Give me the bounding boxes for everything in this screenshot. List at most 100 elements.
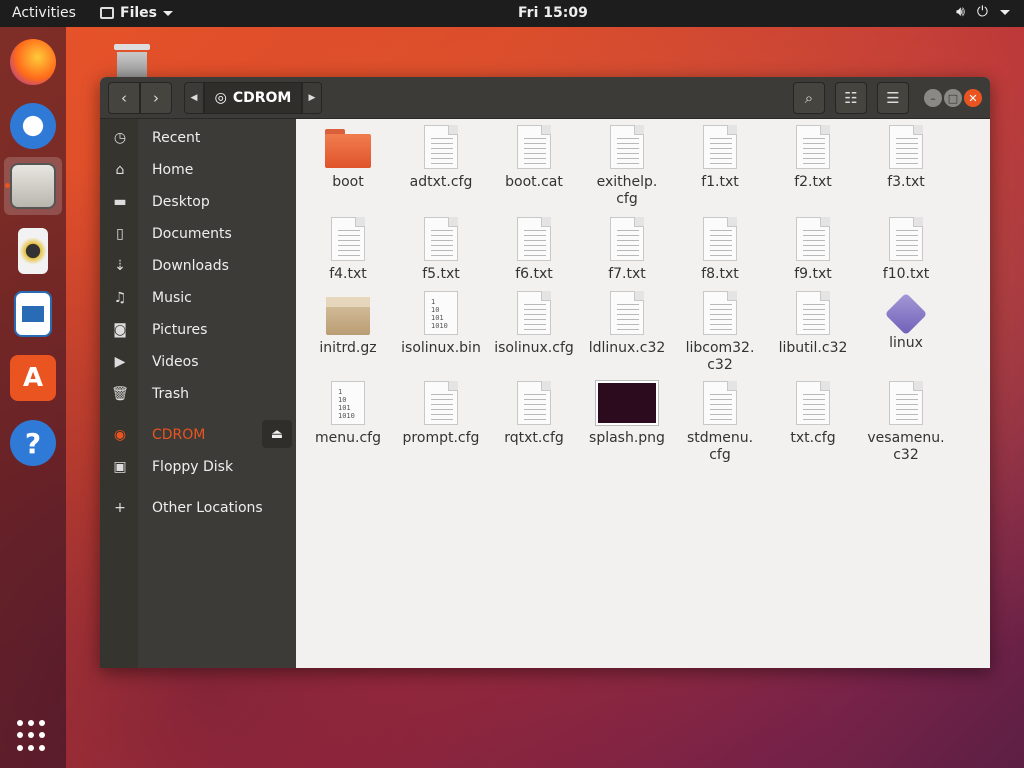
- close-button[interactable]: ✕: [964, 89, 982, 107]
- file-name: libcom32. c32: [685, 340, 755, 373]
- power-icon: ⏻: [976, 4, 988, 20]
- dock-files[interactable]: [4, 157, 62, 215]
- sidebar-item-label: Recent: [152, 130, 201, 146]
- sidebar-item-cdrom[interactable]: ◉ CDROM ⏏: [100, 420, 296, 449]
- file-item[interactable]: f1.txt: [674, 125, 766, 191]
- clock[interactable]: Fri 15:09: [518, 5, 588, 21]
- sidebar-item-home[interactable]: ⌂ Home: [100, 156, 296, 184]
- file-name: f3.txt: [887, 174, 925, 190]
- list-view-icon: ☷: [844, 89, 858, 107]
- text-file-icon: [517, 217, 551, 261]
- file-item[interactable]: 1 10 101 1010 menu.cfg: [302, 381, 394, 447]
- text-file-icon: [610, 125, 644, 169]
- file-item[interactable]: 1 10 101 1010 isolinux.bin: [395, 291, 487, 357]
- file-name: f5.txt: [422, 266, 460, 282]
- dock-writer[interactable]: [4, 285, 62, 343]
- clock-icon: ◷: [113, 130, 127, 146]
- view-toggle-button[interactable]: ☷: [835, 82, 867, 114]
- file-item[interactable]: ldlinux.c32: [581, 291, 673, 357]
- file-name: isolinux.bin: [401, 340, 481, 356]
- file-item[interactable]: isolinux.cfg: [488, 291, 580, 357]
- activities-button[interactable]: Activities: [12, 5, 76, 21]
- text-file-icon: [889, 125, 923, 169]
- app-menu[interactable]: Files: [100, 5, 173, 21]
- show-applications-icon[interactable]: [17, 720, 49, 752]
- sidebar-item-trash[interactable]: 🗑︎ Trash: [100, 380, 296, 408]
- files-app-icon: [100, 7, 114, 19]
- eject-icon: ⏏: [270, 426, 284, 442]
- music-icon: ♫: [113, 290, 127, 306]
- back-button[interactable]: ‹: [108, 82, 140, 114]
- file-item[interactable]: rqtxt.cfg: [488, 381, 580, 447]
- sidebar-item-recent[interactable]: ◷ Recent: [100, 124, 296, 152]
- path-scroll-right[interactable]: ▶: [302, 82, 322, 114]
- file-item[interactable]: vesamenu. c32: [860, 381, 952, 464]
- file-item[interactable]: f6.txt: [488, 217, 580, 283]
- dock: A ?: [0, 27, 66, 768]
- text-file-icon: [703, 291, 737, 335]
- file-name: f9.txt: [794, 266, 832, 282]
- file-item[interactable]: libutil.c32: [767, 291, 859, 357]
- file-name: adtxt.cfg: [409, 174, 473, 190]
- file-item[interactable]: f5.txt: [395, 217, 487, 283]
- dock-software[interactable]: A: [4, 349, 62, 407]
- file-item[interactable]: f9.txt: [767, 217, 859, 283]
- sidebar-item-pictures[interactable]: ◙ Pictures: [100, 316, 296, 344]
- minimize-button[interactable]: –: [924, 89, 942, 107]
- file-name: f8.txt: [701, 266, 739, 282]
- document-icon: ▯: [116, 226, 124, 242]
- file-item[interactable]: boot.cat: [488, 125, 580, 191]
- dock-firefox[interactable]: [4, 33, 62, 91]
- download-icon: ⇣: [114, 258, 126, 274]
- floppy-icon: ▣: [113, 459, 127, 475]
- file-item[interactable]: f4.txt: [302, 217, 394, 283]
- forward-button[interactable]: ›: [140, 82, 172, 114]
- file-item[interactable]: f7.txt: [581, 217, 673, 283]
- sidebar-item-label: CDROM: [152, 427, 206, 443]
- chevron-down-icon: [1000, 9, 1010, 15]
- file-name: rqtxt.cfg: [504, 430, 564, 446]
- file-item[interactable]: initrd.gz: [302, 291, 394, 357]
- text-file-icon: [610, 217, 644, 261]
- file-item[interactable]: boot: [302, 125, 394, 191]
- path-label: CDROM: [232, 90, 292, 106]
- file-item[interactable]: splash.png: [581, 381, 673, 447]
- sidebar-item-other-locations[interactable]: + Other Locations: [100, 494, 296, 522]
- file-item[interactable]: txt.cfg: [767, 381, 859, 447]
- sidebar-item-documents[interactable]: ▯ Documents: [100, 220, 296, 248]
- dock-help[interactable]: ?: [4, 414, 62, 472]
- file-item[interactable]: prompt.cfg: [395, 381, 487, 447]
- file-item[interactable]: f2.txt: [767, 125, 859, 191]
- files-window: ‹ › ◀ ◎ CDROM ▶ ⌕ ☷ ☰ – □ ✕ ◷ Recent ⌂ Hom…: [100, 77, 990, 668]
- file-item[interactable]: exithelp. cfg: [581, 125, 673, 208]
- home-icon: ⌂: [115, 162, 125, 178]
- sidebar-item-music[interactable]: ♫ Music: [100, 284, 296, 312]
- file-item[interactable]: f10.txt: [860, 217, 952, 283]
- executable-icon: [884, 292, 928, 336]
- path-bar-cdrom[interactable]: ◎ CDROM: [204, 82, 302, 114]
- text-file-icon: [517, 291, 551, 335]
- dock-rhythmbox[interactable]: [4, 222, 62, 280]
- eject-button[interactable]: ⏏: [262, 420, 292, 448]
- text-file-icon: [424, 381, 458, 425]
- file-name: f4.txt: [329, 266, 367, 282]
- file-item[interactable]: linux: [860, 291, 952, 352]
- path-scroll-left[interactable]: ◀: [184, 82, 204, 114]
- text-file-icon: [610, 291, 644, 335]
- file-item[interactable]: f3.txt: [860, 125, 952, 191]
- menu-button[interactable]: ☰: [877, 82, 909, 114]
- dock-thunderbird[interactable]: [4, 97, 62, 155]
- files-icon: [10, 163, 56, 209]
- system-tray[interactable]: 🔊︎ ⏻: [956, 4, 1010, 20]
- search-button[interactable]: ⌕: [793, 82, 825, 114]
- file-item[interactable]: libcom32. c32: [674, 291, 766, 374]
- file-name: initrd.gz: [319, 340, 377, 356]
- sidebar-item-floppy[interactable]: ▣ Floppy Disk: [100, 453, 296, 481]
- file-item[interactable]: stdmenu. cfg: [674, 381, 766, 464]
- file-item[interactable]: adtxt.cfg: [395, 125, 487, 191]
- file-item[interactable]: f8.txt: [674, 217, 766, 283]
- sidebar-item-downloads[interactable]: ⇣ Downloads: [100, 252, 296, 280]
- maximize-button[interactable]: □: [944, 89, 962, 107]
- sidebar-item-videos[interactable]: ▶ Videos: [100, 348, 296, 376]
- sidebar-item-desktop[interactable]: ▬ Desktop: [100, 188, 296, 216]
